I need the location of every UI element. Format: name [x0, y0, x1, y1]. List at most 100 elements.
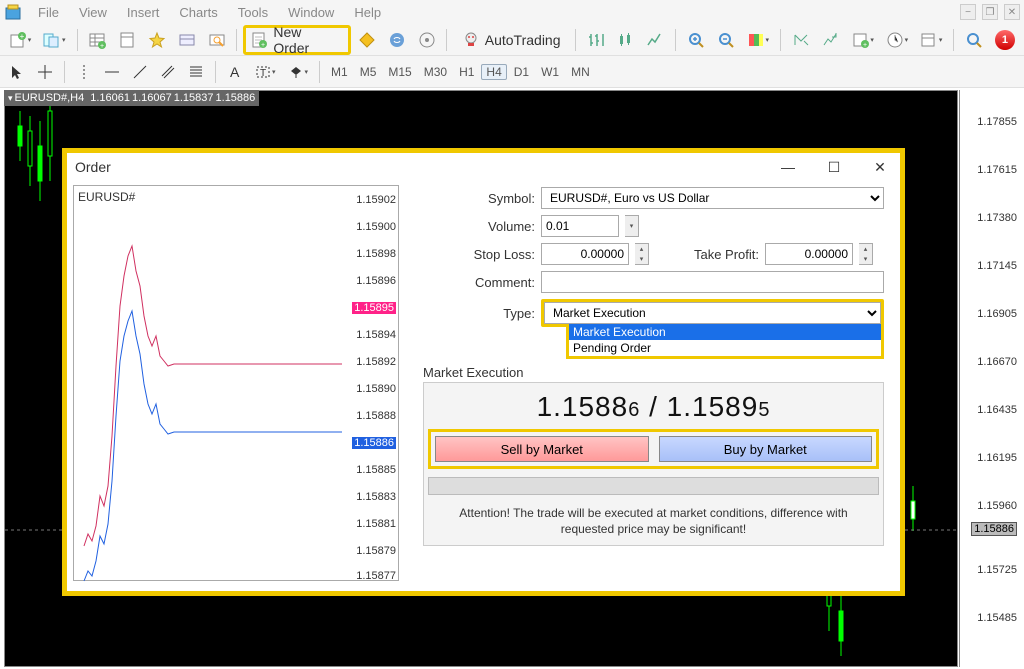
indicators-button[interactable]: +: [847, 27, 879, 53]
type-dropdown: Market Execution Pending Order: [566, 324, 884, 359]
menu-help[interactable]: Help: [344, 5, 391, 20]
tf-d1[interactable]: D1: [509, 65, 534, 79]
search-button[interactable]: [960, 27, 988, 53]
zoom-in-button[interactable]: [682, 27, 710, 53]
chevron-down-icon[interactable]: ▾: [625, 216, 638, 236]
dialog-maximize-button[interactable]: ☐: [822, 159, 846, 176]
tf-m30[interactable]: M30: [419, 65, 452, 79]
auto-scroll-button[interactable]: [742, 27, 774, 53]
scale-tick: 1.15485: [977, 612, 1017, 624]
volume-spinner[interactable]: ▾: [625, 215, 639, 237]
chart-shift-button[interactable]: [787, 27, 815, 53]
line-chart-button[interactable]: [641, 27, 669, 53]
tf-m15[interactable]: M15: [383, 65, 416, 79]
new-chart-button[interactable]: +: [4, 27, 36, 53]
vps-button[interactable]: [413, 27, 441, 53]
svg-text:A: A: [230, 64, 240, 80]
mini-tick: 1.15883: [356, 491, 396, 503]
tf-h1[interactable]: H1: [454, 65, 479, 79]
bar-chart-button[interactable]: [582, 27, 610, 53]
comment-input[interactable]: [541, 271, 884, 293]
dialog-close-button[interactable]: ✕: [868, 159, 892, 176]
symbol-select[interactable]: EURUSD#, Euro vs US Dollar: [541, 187, 884, 209]
menu-window[interactable]: Window: [278, 5, 344, 20]
order-form: Symbol: EURUSD#, Euro vs US Dollar Volum…: [399, 181, 900, 591]
scale-tick: 1.16435: [977, 404, 1017, 416]
window-restore-button[interactable]: ❐: [982, 4, 998, 20]
terminal-button[interactable]: [173, 27, 201, 53]
sell-button[interactable]: Sell by Market: [435, 436, 649, 462]
takeprofit-spinner[interactable]: ▴▾: [859, 243, 873, 265]
tf-w1[interactable]: W1: [536, 65, 564, 79]
strategy-tester-button[interactable]: [203, 27, 231, 53]
dialog-minimize-button[interactable]: —: [776, 159, 800, 176]
chart-offset-button[interactable]: [817, 27, 845, 53]
signals-button[interactable]: [383, 27, 411, 53]
menu-charts[interactable]: Charts: [169, 5, 227, 20]
cursor-tool[interactable]: [4, 60, 30, 84]
profiles-button[interactable]: [38, 27, 70, 53]
bid-ask-display: 1.15886 / 1.15895: [428, 391, 879, 423]
objects-tool[interactable]: [283, 60, 314, 84]
channel-tool[interactable]: [155, 60, 181, 84]
crosshair-tool[interactable]: [32, 60, 58, 84]
periods-button[interactable]: [881, 27, 913, 53]
stoploss-input[interactable]: [541, 243, 629, 265]
drawing-toolbar: A T M1 M5 M15 M30 H1 H4 D1 W1 MN: [0, 56, 1024, 88]
menubar: File View Insert Charts Tools Window Hel…: [0, 0, 1024, 24]
attention-text: Attention! The trade will be executed at…: [428, 505, 879, 537]
fibonacci-tool[interactable]: [183, 60, 209, 84]
tf-m1[interactable]: M1: [326, 65, 353, 79]
mini-tick: 1.15894: [356, 329, 396, 341]
scale-tick: 1.16905: [977, 308, 1017, 320]
type-option-market[interactable]: Market Execution: [569, 324, 881, 340]
type-select[interactable]: Market Execution: [544, 302, 881, 324]
menu-insert[interactable]: Insert: [117, 5, 170, 20]
chevron-down-icon[interactable]: ▾: [635, 254, 648, 264]
mini-tick: 1.15902: [356, 194, 396, 206]
chevron-down-icon[interactable]: ▾: [859, 254, 872, 264]
text-label-tool[interactable]: T: [250, 60, 281, 84]
new-order-button[interactable]: + New Order: [243, 25, 351, 55]
app-icon: [4, 3, 22, 21]
mini-tick-bid: 1.15886: [352, 437, 396, 449]
horizontal-line-tool[interactable]: [99, 60, 125, 84]
window-close-button[interactable]: ✕: [1004, 4, 1020, 20]
window-minimize-button[interactable]: −: [960, 4, 976, 20]
menu-tools[interactable]: Tools: [228, 5, 278, 20]
chevron-up-icon[interactable]: ▴: [635, 244, 648, 254]
navigator-button[interactable]: [143, 27, 171, 53]
stoploss-spinner[interactable]: ▴▾: [635, 243, 649, 265]
sell-price-frac: 6: [628, 399, 640, 421]
volume-input[interactable]: [541, 215, 619, 237]
chart-ohlc-2: 1.15837: [174, 92, 214, 104]
autotrading-button[interactable]: AutoTrading: [453, 27, 569, 53]
menu-view[interactable]: View: [69, 5, 117, 20]
trendline-tool[interactable]: [127, 60, 153, 84]
tf-mn[interactable]: MN: [566, 65, 595, 79]
chevron-up-icon[interactable]: ▴: [859, 244, 872, 254]
main-toolbar: + + + New Order AutoTrading + 1: [0, 24, 1024, 56]
buy-button[interactable]: Buy by Market: [659, 436, 873, 462]
metaquotes-button[interactable]: [353, 27, 381, 53]
new-order-icon: +: [250, 31, 268, 49]
notifications-button[interactable]: 1: [990, 27, 1020, 53]
data-window-button[interactable]: [113, 27, 141, 53]
type-option-pending[interactable]: Pending Order: [569, 340, 881, 356]
vertical-line-tool[interactable]: [71, 60, 97, 84]
zoom-out-button[interactable]: [712, 27, 740, 53]
takeprofit-input[interactable]: [765, 243, 853, 265]
new-order-label: New Order: [273, 24, 340, 56]
svg-text:+: +: [863, 42, 867, 49]
tf-h4[interactable]: H4: [481, 64, 506, 80]
dialog-titlebar[interactable]: Order — ☐ ✕: [67, 153, 900, 181]
chart-ohlc-1: 1.16067: [132, 92, 172, 104]
menu-file[interactable]: File: [28, 5, 69, 20]
market-watch-button[interactable]: +: [83, 27, 111, 53]
tf-m5[interactable]: M5: [355, 65, 382, 79]
text-tool[interactable]: A: [222, 60, 248, 84]
candle-chart-button[interactable]: [612, 27, 640, 53]
templates-button[interactable]: [915, 27, 947, 53]
comment-label: Comment:: [423, 275, 535, 290]
svg-text:+: +: [100, 43, 104, 49]
